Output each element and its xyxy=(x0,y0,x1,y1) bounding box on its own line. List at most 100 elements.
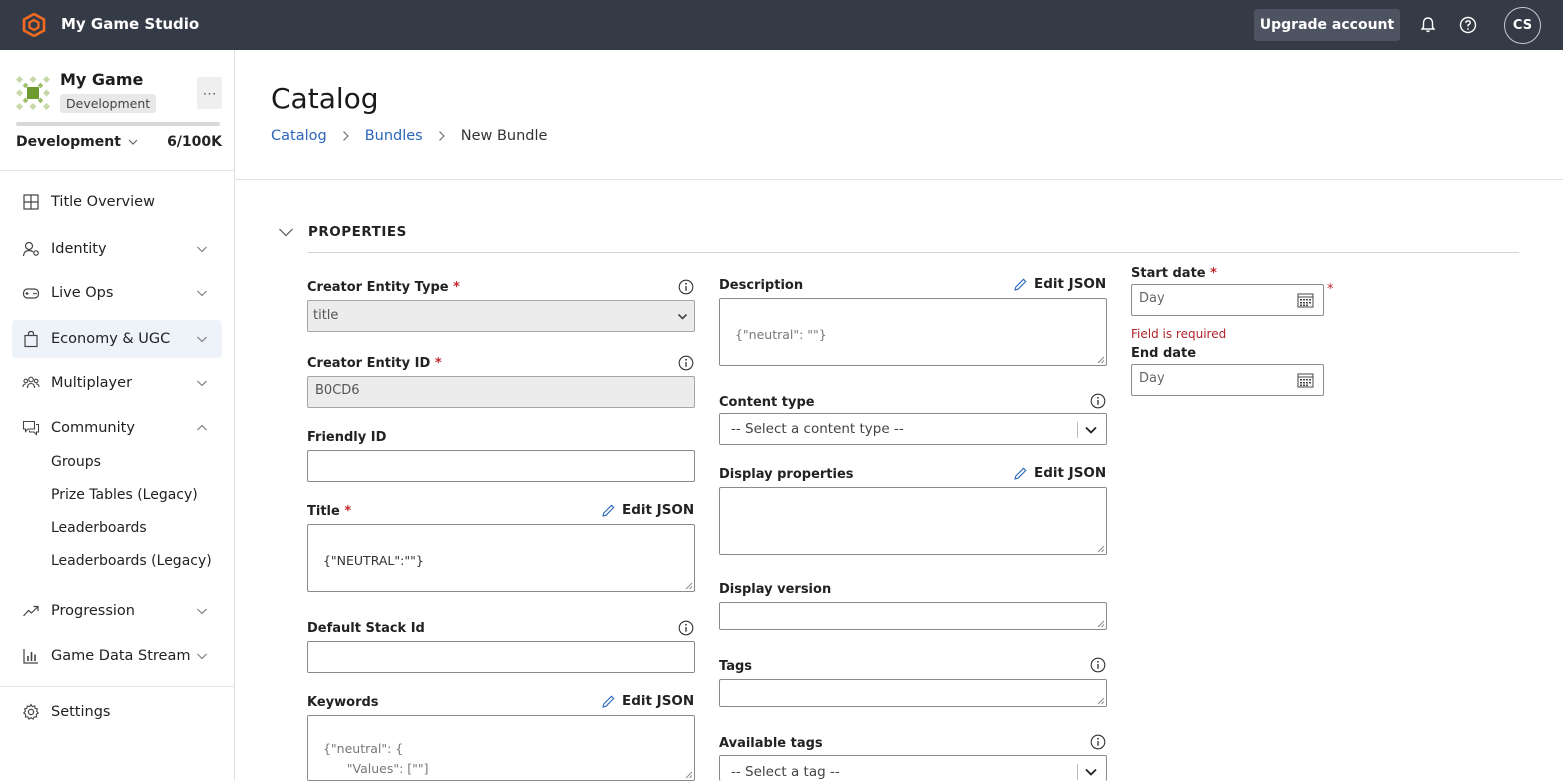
sidebar-item-identity[interactable]: Identity xyxy=(12,230,222,268)
info-icon[interactable] xyxy=(1090,657,1106,673)
more-options-button[interactable]: ⋯ xyxy=(197,77,222,109)
breadcrumb-catalog[interactable]: Catalog xyxy=(271,128,327,144)
creator-entity-id-input[interactable]: B0CD6 xyxy=(307,376,695,408)
description-textarea[interactable]: {"neutral": ""} xyxy=(719,298,1107,366)
sidebar-item-title-overview[interactable]: Title Overview xyxy=(12,183,222,221)
resize-handle-icon[interactable] xyxy=(685,582,693,590)
environment-badge: Development xyxy=(60,94,157,113)
breadcrumb-bundles[interactable]: Bundles xyxy=(365,128,423,144)
keywords-label: Keywords xyxy=(307,695,379,710)
display-properties-label: Display properties xyxy=(719,467,854,482)
info-icon[interactable] xyxy=(678,279,694,295)
info-icon[interactable] xyxy=(678,355,694,371)
sidebar-subitem-leaderboards[interactable]: Leaderboards xyxy=(51,520,147,536)
chevron-down-icon xyxy=(1085,768,1097,776)
sidebar-item-label: Title Overview xyxy=(51,194,155,210)
content-type-label: Content type xyxy=(719,395,815,410)
info-icon[interactable] xyxy=(1090,393,1106,409)
page-title: Catalog xyxy=(271,82,379,115)
sidebar-item-label: Economy & UGC xyxy=(51,331,171,347)
sidebar-item-settings[interactable]: Settings xyxy=(12,693,222,731)
chevron-down-icon xyxy=(197,246,207,253)
properties-section-toggle[interactable]: PROPERTIES xyxy=(278,224,407,240)
section-title: PROPERTIES xyxy=(308,224,407,240)
sidebar-item-game-data-stream[interactable]: Game Data Stream xyxy=(12,637,222,675)
chevron-down-icon xyxy=(197,380,207,387)
content-type-select[interactable]: -- Select a content type -- xyxy=(719,413,1107,445)
select-separator xyxy=(1077,764,1078,780)
resize-handle-icon[interactable] xyxy=(1097,620,1105,628)
sidebar-item-multiplayer[interactable]: Multiplayer xyxy=(12,364,222,402)
sidebar-item-label: Identity xyxy=(51,241,107,257)
bar-chart-icon xyxy=(23,649,38,664)
title-edit-json-button[interactable]: Edit JSON xyxy=(601,502,694,518)
chevron-down-icon xyxy=(128,139,138,145)
required-marker: * xyxy=(1327,282,1334,297)
user-avatar[interactable]: CS xyxy=(1504,7,1541,44)
end-date-input[interactable]: Day xyxy=(1131,364,1324,396)
sidebar-item-label: Multiplayer xyxy=(51,375,133,391)
chevron-down-icon xyxy=(197,608,207,615)
breadcrumb-new-bundle: New Bundle xyxy=(460,128,548,144)
calendar-icon[interactable] xyxy=(1297,372,1314,388)
bell-icon[interactable] xyxy=(1418,15,1438,35)
gear-icon xyxy=(22,703,40,720)
studio-name[interactable]: My Game Studio xyxy=(61,15,199,33)
creator-entity-type-label: Creator Entity Type * xyxy=(307,280,460,295)
tags-input[interactable] xyxy=(719,679,1107,707)
help-icon[interactable] xyxy=(1458,15,1478,35)
studio-logo-icon[interactable] xyxy=(22,13,46,37)
info-icon[interactable] xyxy=(678,620,694,636)
environment-select[interactable]: Development xyxy=(16,134,139,150)
breadcrumb: Catalog Bundles New Bundle xyxy=(271,128,547,144)
usage-count: 6/100K xyxy=(167,134,222,150)
friendly-id-label: Friendly ID xyxy=(307,430,387,445)
pencil-icon xyxy=(602,504,615,517)
sidebar-item-label: Settings xyxy=(51,704,111,720)
calendar-icon[interactable] xyxy=(1297,292,1314,308)
sidebar-subitem-prize-tables-legacy[interactable]: Prize Tables (Legacy) xyxy=(51,487,198,503)
chevron-down-icon xyxy=(197,336,207,343)
display-version-input[interactable] xyxy=(719,602,1107,630)
game-name[interactable]: My Game xyxy=(60,70,143,89)
trending-up-icon xyxy=(23,605,39,617)
friendly-id-input[interactable] xyxy=(307,450,695,482)
section-divider xyxy=(308,252,1519,253)
description-edit-json-button[interactable]: Edit JSON xyxy=(1013,276,1106,292)
resize-handle-icon[interactable] xyxy=(1097,697,1105,705)
display-properties-edit-json-button[interactable]: Edit JSON xyxy=(1013,465,1106,481)
tags-label: Tags xyxy=(719,659,753,674)
sidebar-item-live-ops[interactable]: Live Ops xyxy=(12,274,222,312)
usage-bar xyxy=(16,122,220,126)
start-date-input[interactable]: Day xyxy=(1131,284,1324,316)
sidebar-subitem-groups[interactable]: Groups xyxy=(51,454,101,470)
identity-icon xyxy=(22,241,39,257)
sidebar-item-progression[interactable]: Progression xyxy=(12,592,222,630)
header-divider xyxy=(235,179,1563,180)
upgrade-account-button[interactable]: Upgrade account xyxy=(1254,9,1400,41)
resize-handle-icon[interactable] xyxy=(1097,545,1105,553)
top-bar: My Game Studio Upgrade account CS xyxy=(0,0,1563,50)
available-tags-select[interactable]: -- Select a tag -- xyxy=(719,755,1107,781)
available-tags-label: Available tags xyxy=(719,736,823,751)
pencil-icon xyxy=(1014,467,1027,480)
default-stack-id-input[interactable] xyxy=(307,641,695,673)
chevron-down-icon xyxy=(279,228,293,237)
title-textarea[interactable]: {"NEUTRAL":""} xyxy=(307,524,695,592)
chevron-down-icon xyxy=(197,653,207,660)
keywords-textarea[interactable]: {"neutral": { "Values": [""] }} xyxy=(307,715,695,781)
resize-handle-icon[interactable] xyxy=(1097,356,1105,364)
info-icon[interactable] xyxy=(1090,734,1106,750)
sidebar-subitem-leaderboards-legacy[interactable]: Leaderboards (Legacy) xyxy=(51,553,212,569)
sidebar-item-label: Progression xyxy=(51,603,135,619)
keywords-edit-json-button[interactable]: Edit JSON xyxy=(601,693,694,709)
pencil-icon xyxy=(602,695,615,708)
display-properties-textarea[interactable] xyxy=(719,487,1107,555)
sidebar-item-economy-ugc[interactable]: Economy & UGC xyxy=(12,320,222,358)
chevron-down-icon xyxy=(197,290,207,297)
sidebar-item-community[interactable]: Community xyxy=(12,409,222,447)
shopping-bag-icon xyxy=(24,330,38,348)
people-icon xyxy=(22,376,40,389)
resize-handle-icon[interactable] xyxy=(685,771,693,779)
creator-entity-type-select[interactable]: title xyxy=(307,300,695,332)
